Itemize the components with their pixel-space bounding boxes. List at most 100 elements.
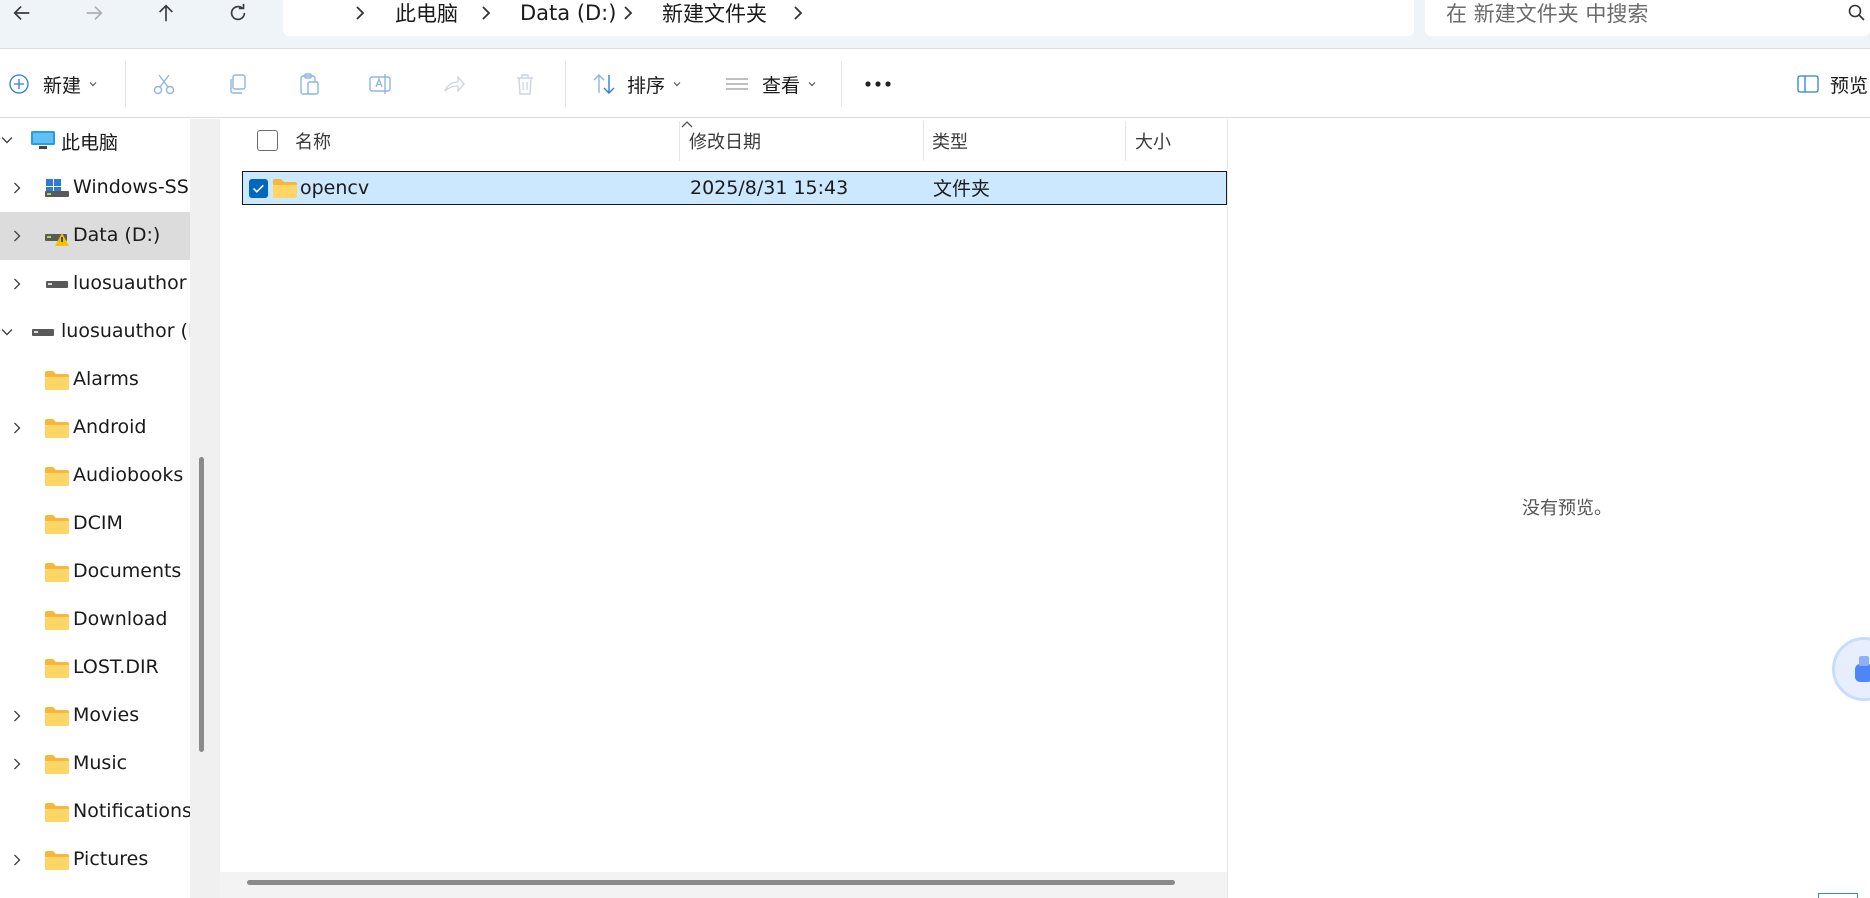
sort-button[interactable]: 排序 [591, 49, 682, 119]
column-header-size[interactable]: 大小 [1135, 119, 1171, 163]
chevron-right-icon[interactable] [10, 757, 24, 771]
rename-button[interactable] [367, 49, 393, 119]
share-button[interactable] [441, 49, 467, 119]
sidebar-item[interactable]: Music [0, 740, 190, 788]
command-bar: 新建 排序 查看 预览 [0, 48, 1870, 118]
breadcrumb-data-drive[interactable]: Data (D:) [520, 0, 616, 26]
navigation-scrollbar-thumb[interactable] [199, 457, 204, 752]
sidebar-item-label: DCIM [73, 512, 123, 534]
arrow-left-icon [13, 5, 30, 21]
file-modified: 2025/8/31 15:43 [690, 176, 849, 199]
sort-button-label: 排序 [627, 74, 666, 97]
chevron-right-icon[interactable] [790, 2, 806, 24]
sidebar-item[interactable]: Download [0, 596, 190, 644]
sidebar-item[interactable]: Data (D:) [0, 212, 190, 260]
sidebar-item-label: Documents [73, 560, 182, 582]
folder-icon [44, 417, 70, 439]
sidebar-item-label: Movies [73, 704, 140, 726]
trash-icon [517, 74, 533, 95]
sidebar-item-label: Windows-SSD [73, 176, 190, 198]
sidebar-item[interactable]: DCIM [0, 500, 190, 548]
share-icon [444, 75, 465, 93]
view-button[interactable]: 查看 [724, 49, 817, 119]
back-button[interactable] [2, 0, 42, 26]
column-divider[interactable] [923, 121, 924, 161]
sidebar-item[interactable]: LOST.DIR [0, 644, 190, 692]
refresh-button[interactable] [218, 0, 258, 26]
file-type: 文件夹 [933, 178, 991, 200]
more-options-button[interactable] [864, 49, 892, 119]
column-divider[interactable] [679, 121, 680, 161]
sidebar-item-label: Music [73, 752, 128, 774]
paste-button[interactable] [296, 49, 322, 119]
sidebar-item[interactable]: Pictures [0, 836, 190, 884]
folder-icon [44, 465, 70, 487]
forward-button[interactable] [74, 0, 114, 26]
arrow-up-icon [158, 4, 174, 22]
sidebar-item-label: Data (D:) [73, 224, 161, 246]
new-button[interactable]: 新建 [8, 49, 98, 119]
folder-icon [44, 801, 70, 823]
plus-circle-icon [9, 74, 29, 94]
toolbar-divider [565, 61, 566, 107]
column-header-modified[interactable]: 修改日期 [689, 119, 761, 163]
checkmark-icon [252, 184, 264, 193]
up-button[interactable] [146, 0, 186, 26]
column-header-type[interactable]: 类型 [932, 119, 968, 163]
toolbar-divider [125, 61, 126, 107]
sidebar-item[interactable]: luosuauthor (E: [0, 308, 190, 356]
chevron-right-icon[interactable] [10, 181, 24, 195]
column-header-name[interactable]: 名称 [295, 119, 331, 163]
breadcrumb-this-pc[interactable]: 此电脑 [395, 0, 458, 26]
pane-divider[interactable] [212, 119, 220, 898]
chevron-right-icon[interactable] [10, 421, 24, 435]
sidebar-item[interactable]: luosuauthor ( [0, 260, 190, 308]
folder-icon [44, 513, 70, 535]
sidebar-item-label: luosuauthor (E: [61, 320, 190, 342]
cut-button[interactable] [151, 49, 177, 119]
breadcrumb[interactable]: 此电脑 Data (D:) 新建文件夹 [283, 0, 1414, 36]
sidebar-item[interactable]: Audiobooks [0, 452, 190, 500]
file-name: opencv [300, 176, 370, 199]
sidebar-item-label: Alarms [73, 368, 139, 390]
sidebar-item[interactable]: Notifications [0, 788, 190, 836]
horizontal-scrollbar-thumb[interactable] [247, 880, 1175, 885]
preview-pane: 没有预览。 [1227, 119, 1870, 898]
chevron-right-icon[interactable] [10, 229, 24, 243]
scissors-icon [153, 74, 175, 95]
chevron-right-icon[interactable] [10, 853, 24, 867]
chevron-down-icon[interactable] [0, 133, 14, 147]
sidebar-item[interactable]: Alarms [0, 356, 190, 404]
view-button-label: 查看 [762, 74, 801, 97]
search-input[interactable]: 在 新建文件夹 中搜索 [1446, 0, 1648, 26]
search-box[interactable]: 在 新建文件夹 中搜索 [1425, 0, 1870, 36]
folder-icon [44, 753, 70, 775]
sidebar-item[interactable]: Movies [0, 692, 190, 740]
sidebar-item[interactable]: Android [0, 404, 190, 452]
resize-corner[interactable] [1818, 893, 1858, 898]
sidebar-item[interactable]: 此电脑 [0, 119, 190, 164]
folder-icon [44, 849, 70, 871]
row-checkbox[interactable] [249, 179, 268, 198]
folder-icon [44, 705, 70, 727]
chevron-right-icon[interactable] [478, 2, 494, 24]
table-row[interactable]: opencv 2025/8/31 15:43 文件夹 [242, 171, 1227, 205]
folder-icon [44, 609, 70, 631]
sidebar-item[interactable]: Windows-SSD [0, 164, 190, 212]
delete-button[interactable] [512, 49, 538, 119]
chevron-right-icon[interactable] [10, 277, 24, 291]
select-all-checkbox[interactable] [257, 130, 278, 151]
sidebar-item[interactable]: Documents [0, 548, 190, 596]
preview-toggle-button[interactable]: 预览 [1796, 49, 1868, 119]
copy-button[interactable] [225, 49, 251, 119]
no-preview-message: 没有预览。 [1522, 498, 1612, 519]
sidebar-item-label: Audiobooks [73, 464, 184, 486]
chevron-right-icon[interactable] [10, 709, 24, 723]
sidebar-item-label: Notifications [73, 800, 190, 822]
horizontal-scrollbar[interactable] [220, 872, 1227, 898]
chevron-down-icon[interactable] [0, 325, 14, 339]
sidebar-item-label: 此电脑 [61, 132, 119, 154]
breadcrumb-new-folder[interactable]: 新建文件夹 [662, 0, 767, 26]
chevron-right-icon[interactable] [620, 2, 636, 24]
column-divider[interactable] [1125, 121, 1126, 161]
